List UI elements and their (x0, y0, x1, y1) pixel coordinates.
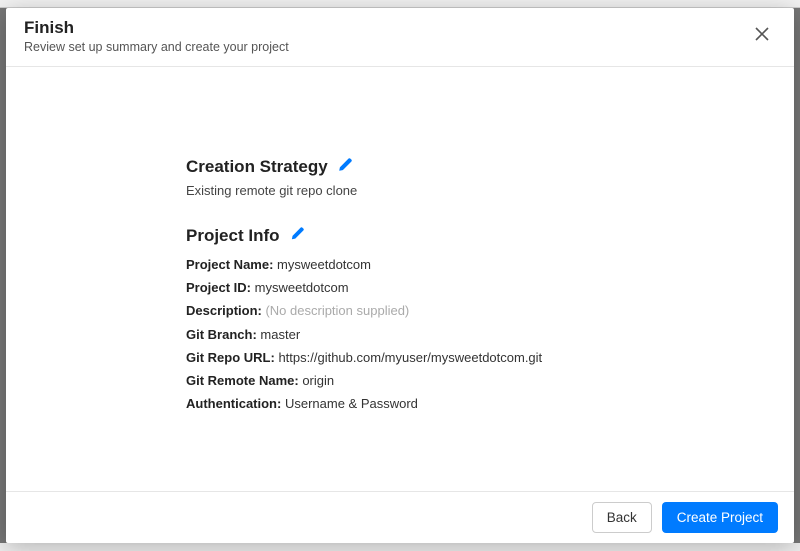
pencil-icon (290, 226, 305, 246)
creation-strategy-heading-row: Creation Strategy (186, 157, 754, 177)
project-info-row: Git Remote Name: origin (186, 370, 754, 393)
modal-title: Finish (24, 18, 289, 38)
project-info-heading-row: Project Info (186, 226, 754, 246)
project-info-value: origin (302, 373, 334, 388)
project-info-row: Authentication: Username & Password (186, 393, 754, 416)
project-info-label: Git Repo URL: (186, 350, 275, 365)
project-info-label: Description: (186, 303, 262, 318)
project-info-value: (No description supplied) (265, 303, 409, 318)
project-info-value: mysweetdotcom (277, 257, 371, 272)
project-info-label: Project ID: (186, 280, 251, 295)
modal-header-text: Finish Review set up summary and create … (24, 18, 289, 54)
project-info-value: https://github.com/myuser/mysweetdotcom.… (278, 350, 542, 365)
project-info-row: Description: (No description supplied) (186, 300, 754, 323)
project-info-value: master (260, 327, 300, 342)
close-button[interactable] (748, 22, 776, 50)
project-info-row: Project ID: mysweetdotcom (186, 277, 754, 300)
back-button[interactable]: Back (592, 502, 652, 533)
project-info-row: Project Name: mysweetdotcom (186, 254, 754, 277)
project-info-label: Authentication: (186, 396, 281, 411)
project-info-value: Username & Password (285, 396, 418, 411)
background-top-strip (0, 0, 800, 8)
modal-body: Creation Strategy Existing remote git re… (6, 67, 794, 491)
edit-project-info-button[interactable] (290, 226, 305, 246)
creation-strategy-heading: Creation Strategy (186, 157, 328, 177)
background-bottom-strip (0, 543, 800, 551)
close-icon (754, 26, 770, 47)
project-info-label: Git Branch: (186, 327, 257, 342)
project-info-label: Git Remote Name: (186, 373, 299, 388)
pencil-icon (338, 157, 353, 177)
project-info-row: Git Branch: master (186, 324, 754, 347)
project-info-value: mysweetdotcom (255, 280, 349, 295)
modal-header: Finish Review set up summary and create … (6, 8, 794, 67)
project-info-list: Project Name: mysweetdotcomProject ID: m… (186, 254, 754, 416)
edit-creation-strategy-button[interactable] (338, 157, 353, 177)
creation-strategy-value: Existing remote git repo clone (186, 183, 754, 198)
finish-modal: Finish Review set up summary and create … (6, 8, 794, 543)
modal-footer: Back Create Project (6, 491, 794, 543)
modal-subtitle: Review set up summary and create your pr… (24, 40, 289, 54)
project-info-label: Project Name: (186, 257, 273, 272)
create-project-button[interactable]: Create Project (662, 502, 778, 533)
project-info-heading: Project Info (186, 226, 280, 246)
project-info-row: Git Repo URL: https://github.com/myuser/… (186, 347, 754, 370)
